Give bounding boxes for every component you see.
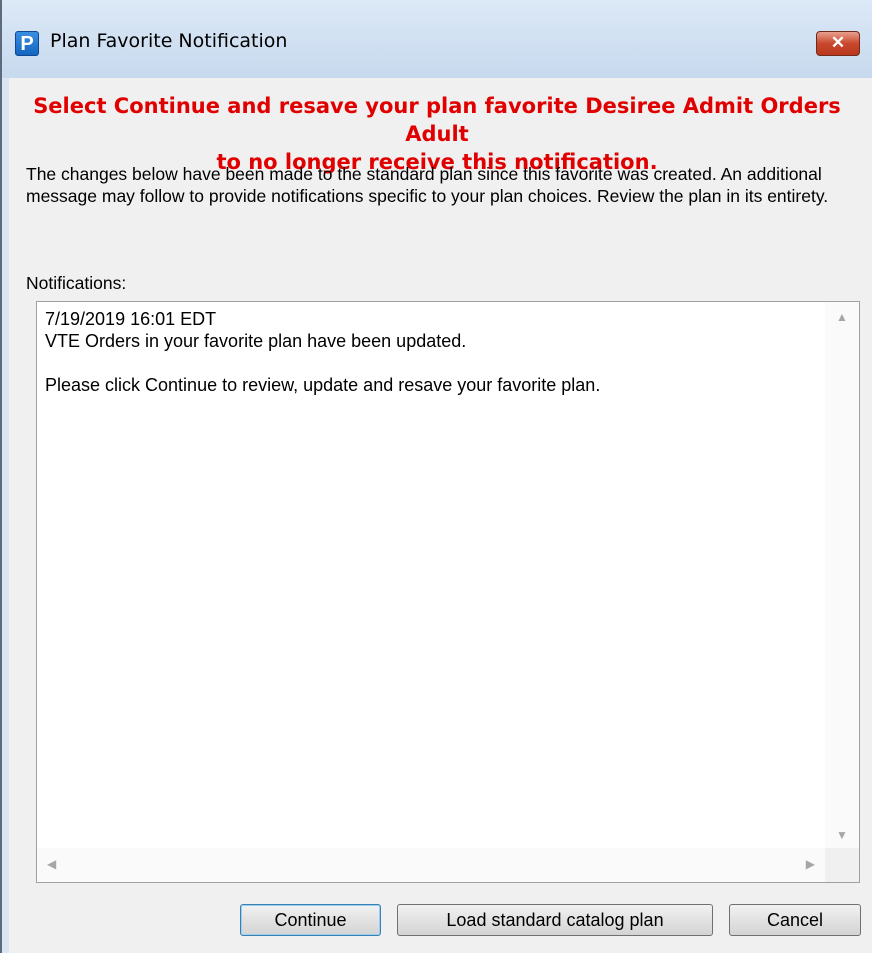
arrow-left-icon[interactable]: ◀ bbox=[47, 857, 56, 871]
close-button[interactable]: ✕ bbox=[816, 31, 860, 56]
notification-line: 7/19/2019 16:01 EDT bbox=[45, 309, 217, 329]
cancel-button[interactable]: Cancel bbox=[729, 904, 861, 936]
notification-line: Please click Continue to review, update … bbox=[45, 375, 601, 395]
horizontal-scrollbar[interactable]: ◀ ▶ bbox=[37, 848, 825, 882]
notification-line bbox=[45, 352, 829, 374]
description-text: The changes below have been made to the … bbox=[26, 164, 829, 206]
load-standard-catalog-plan-button[interactable]: Load standard catalog plan bbox=[397, 904, 713, 936]
headline-line-1: Select Continue and resave your plan fav… bbox=[33, 94, 841, 146]
arrow-down-icon[interactable]: ▼ bbox=[836, 828, 848, 842]
notifications-label: Notifications: bbox=[26, 273, 127, 293]
title-bar[interactable]: P Plan Favorite Notification ✕ bbox=[2, 0, 872, 78]
vertical-scrollbar[interactable]: ▲ ▼ bbox=[825, 302, 859, 848]
scrollbar-corner bbox=[825, 848, 859, 882]
close-icon: ✕ bbox=[830, 33, 846, 52]
plan-p-icon: P bbox=[15, 31, 39, 56]
window-title: Plan Favorite Notification bbox=[50, 30, 288, 52]
arrow-right-icon[interactable]: ▶ bbox=[806, 857, 815, 871]
notifications-content: 7/19/2019 16:01 EDT VTE Orders in your f… bbox=[45, 308, 829, 396]
notifications-textbox[interactable]: 7/19/2019 16:01 EDT VTE Orders in your f… bbox=[36, 301, 860, 883]
notification-line: VTE Orders in your favorite plan have be… bbox=[45, 331, 467, 351]
arrow-up-icon[interactable]: ▲ bbox=[836, 310, 848, 324]
continue-button[interactable]: Continue bbox=[240, 904, 381, 936]
